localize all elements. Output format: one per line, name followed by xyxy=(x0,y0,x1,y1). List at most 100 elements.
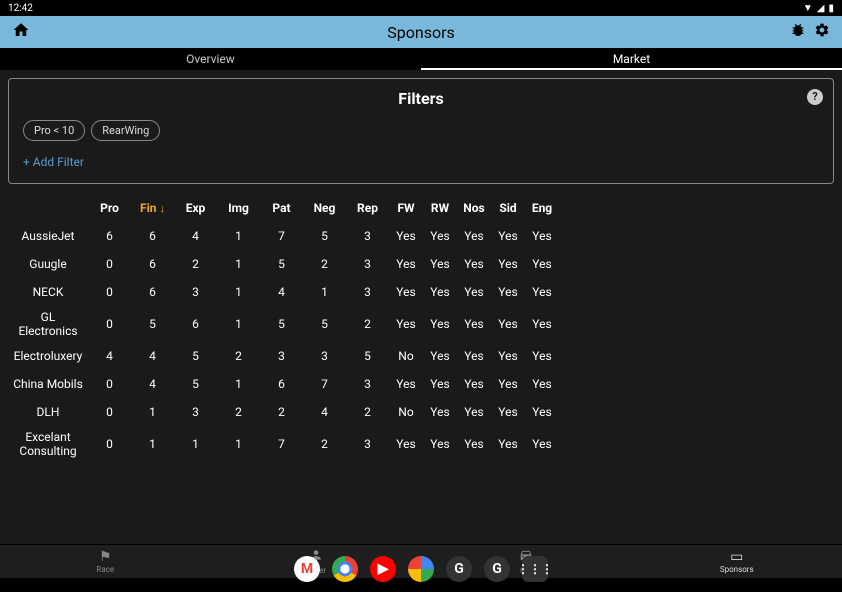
cell: Yes xyxy=(491,437,525,451)
nav-sponsors[interactable]: ▭ Sponsors xyxy=(632,545,842,578)
status-bar: 12:42 ▼ ◢ ▮ xyxy=(0,0,842,16)
col-exp[interactable]: Exp xyxy=(174,201,217,215)
cell: Yes xyxy=(491,257,525,271)
table-header: Pro Fin ↓ Exp Img Pat Neg Rep FW RW Nos … xyxy=(8,194,834,222)
table-row[interactable]: China Mobils0451673YesYesYesYesYes xyxy=(8,370,834,398)
dock-gmail-icon[interactable]: M xyxy=(294,556,320,582)
page-title: Sponsors xyxy=(387,23,455,42)
dock: M ▶ G G ⋮⋮⋮ xyxy=(294,556,548,582)
dock-chrome-icon[interactable] xyxy=(332,556,358,582)
cell: 3 xyxy=(346,229,389,243)
cell: 3 xyxy=(346,285,389,299)
sponsor-name: China Mobils xyxy=(8,373,88,395)
table-row[interactable]: AussieJet6641753YesYesYesYesYes xyxy=(8,222,834,250)
cell: No xyxy=(389,405,423,419)
cell: 2 xyxy=(303,257,346,271)
sponsor-name: Guugle xyxy=(8,253,88,275)
cell: 7 xyxy=(303,377,346,391)
cell: Yes xyxy=(389,317,423,331)
filters-panel: ? Filters Pro < 10 RearWing + Add Filter xyxy=(8,78,834,184)
cell: 3 xyxy=(346,377,389,391)
cell: Yes xyxy=(525,229,559,243)
col-pro[interactable]: Pro xyxy=(88,201,131,215)
table-row[interactable]: GL Electronics0561552YesYesYesYesYes xyxy=(8,306,834,342)
col-nos[interactable]: Nos xyxy=(457,201,491,215)
cell: 5 xyxy=(131,317,174,331)
cell: Yes xyxy=(457,349,491,363)
nav-race[interactable]: ⚑ Race xyxy=(0,545,211,578)
battery-icon: ▮ xyxy=(828,3,834,14)
cell: Yes xyxy=(457,317,491,331)
sponsor-name: AussieJet xyxy=(8,225,88,247)
col-rw[interactable]: RW xyxy=(423,201,457,215)
cell: Yes xyxy=(525,349,559,363)
sponsors-table: Pro Fin ↓ Exp Img Pat Neg Rep FW RW Nos … xyxy=(8,194,834,462)
cell: 6 xyxy=(88,229,131,243)
col-sid[interactable]: Sid xyxy=(491,201,525,215)
cell: Yes xyxy=(423,257,457,271)
cell: Yes xyxy=(423,405,457,419)
chip-pro[interactable]: Pro < 10 xyxy=(23,120,85,141)
dock-app1-icon[interactable]: G xyxy=(446,556,472,582)
cell: 7 xyxy=(260,229,303,243)
tab-market[interactable]: Market xyxy=(421,48,842,70)
cell: 3 xyxy=(260,349,303,363)
sponsor-name: NECK xyxy=(8,281,88,303)
table-row[interactable]: Excelant Consulting0111723YesYesYesYesYe… xyxy=(8,426,834,462)
col-neg[interactable]: Neg xyxy=(303,201,346,215)
cell: 2 xyxy=(260,405,303,419)
cell: 5 xyxy=(174,377,217,391)
sponsors-icon: ▭ xyxy=(730,550,743,564)
col-fin[interactable]: Fin ↓ xyxy=(131,201,174,215)
col-eng[interactable]: Eng xyxy=(525,201,559,215)
cell: 6 xyxy=(260,377,303,391)
status-time: 12:42 xyxy=(8,3,33,14)
cell: Yes xyxy=(423,229,457,243)
help-icon[interactable]: ? xyxy=(807,89,823,105)
dock-youtube-icon[interactable]: ▶ xyxy=(370,556,396,582)
cell: 0 xyxy=(88,257,131,271)
cell: 6 xyxy=(131,257,174,271)
cell: Yes xyxy=(491,285,525,299)
col-img[interactable]: Img xyxy=(217,201,260,215)
cell: Yes xyxy=(525,285,559,299)
table-row[interactable]: Guugle0621523YesYesYesYesYes xyxy=(8,250,834,278)
cell: No xyxy=(389,349,423,363)
cell: 1 xyxy=(217,437,260,451)
cell: 4 xyxy=(131,377,174,391)
add-filter[interactable]: + Add Filter xyxy=(23,155,819,169)
tab-overview[interactable]: Overview xyxy=(0,48,421,70)
cell: 5 xyxy=(346,349,389,363)
table-row[interactable]: Electroluxery4452335NoYesYesYesYes xyxy=(8,342,834,370)
col-pat[interactable]: Pat xyxy=(260,201,303,215)
cell: 2 xyxy=(303,437,346,451)
chip-rearwing[interactable]: RearWing xyxy=(91,120,160,141)
cell: Yes xyxy=(525,257,559,271)
cell: 0 xyxy=(88,437,131,451)
cell: Yes xyxy=(491,349,525,363)
cell: Yes xyxy=(423,285,457,299)
settings-icon[interactable] xyxy=(814,22,830,42)
cell: Yes xyxy=(423,317,457,331)
col-sponsor xyxy=(8,204,88,212)
cell: Yes xyxy=(389,257,423,271)
col-fw[interactable]: FW xyxy=(389,201,423,215)
signal-icon: ◢ xyxy=(817,3,825,14)
bug-icon[interactable] xyxy=(790,22,806,42)
filter-chips: Pro < 10 RearWing xyxy=(23,120,819,141)
cell: 6 xyxy=(174,317,217,331)
cell: 1 xyxy=(217,257,260,271)
home-icon[interactable] xyxy=(12,21,30,43)
flag-icon: ⚑ xyxy=(99,550,112,564)
cell: Yes xyxy=(389,229,423,243)
dock-photos-icon[interactable] xyxy=(408,556,434,582)
cell: 0 xyxy=(88,285,131,299)
cell: Yes xyxy=(525,405,559,419)
col-rep[interactable]: Rep xyxy=(346,201,389,215)
sponsor-name: DLH xyxy=(8,401,88,423)
table-row[interactable]: DLH0132242NoYesYesYesYes xyxy=(8,398,834,426)
cell: Yes xyxy=(389,285,423,299)
dock-apps-icon[interactable]: ⋮⋮⋮ xyxy=(522,556,548,582)
dock-app2-icon[interactable]: G xyxy=(484,556,510,582)
table-row[interactable]: NECK0631413YesYesYesYesYes xyxy=(8,278,834,306)
